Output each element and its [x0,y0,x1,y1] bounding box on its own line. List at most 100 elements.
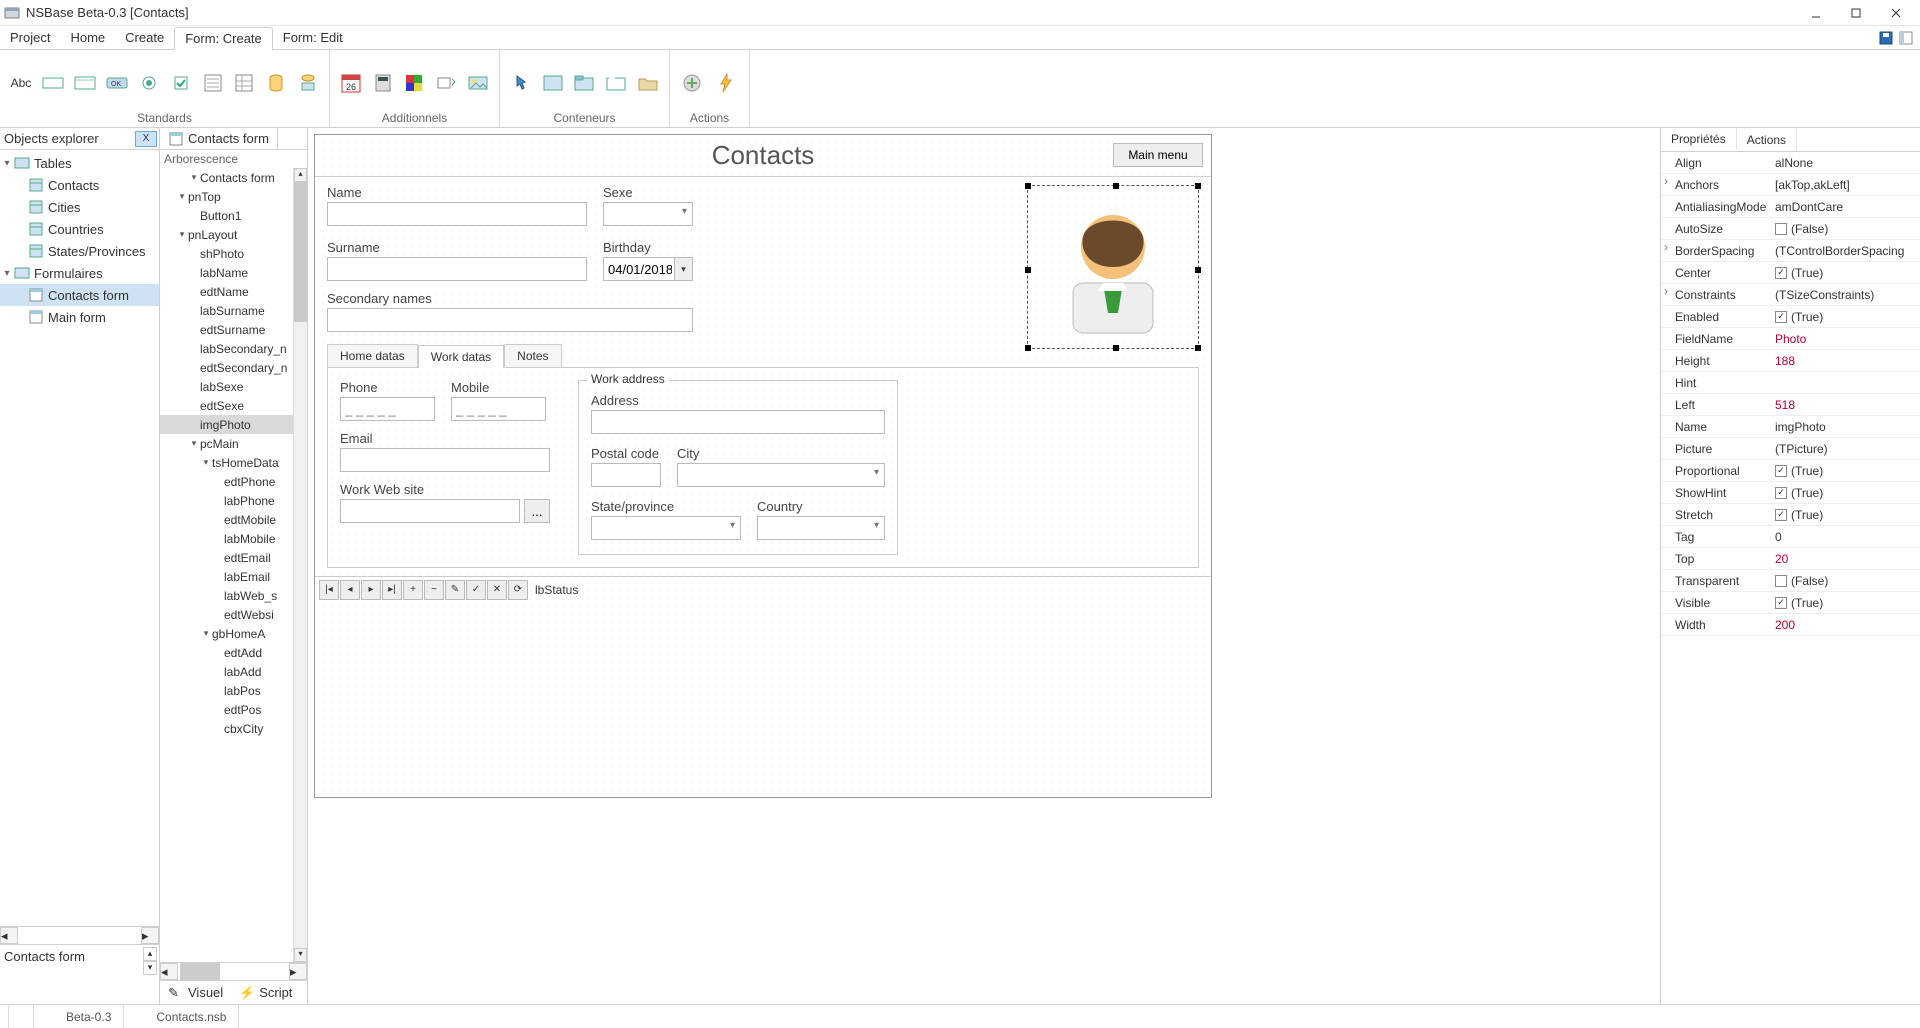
scroll-down-button[interactable]: ▾ [143,961,157,975]
prop-row[interactable]: Tag0 [1661,526,1920,548]
arbo-item[interactable]: cbxCity [160,719,293,738]
arbo-item[interactable]: edtSurname [160,320,293,339]
date-tool[interactable]: 26 [338,69,364,97]
arbo-item[interactable]: edtName [160,282,293,301]
arbo-item[interactable]: ▾tsHomeData [160,453,293,472]
prop-row[interactable]: AntialiasingModeamDontCare [1661,196,1920,218]
image-tool[interactable] [465,69,491,97]
calc-tool[interactable] [370,69,396,97]
input-postal[interactable] [591,463,661,487]
arbo-item[interactable]: imgPhoto [160,415,293,434]
prop-row[interactable]: ›Constraints(TSizeConstraints) [1661,284,1920,306]
arbo-scroll-left[interactable]: ◂ [160,963,178,980]
textbox-tool[interactable] [40,69,66,97]
arbo-item[interactable]: edtEmail [160,548,293,567]
props-tab-proprietes[interactable]: Propriétés [1661,128,1737,151]
maximize-button[interactable] [1836,1,1876,25]
scroll-left-button[interactable]: ◂ [0,927,18,944]
prop-row[interactable]: Picture(TPicture) [1661,438,1920,460]
props-tab-actions[interactable]: Actions [1737,128,1797,151]
select-sexe[interactable] [603,202,693,226]
scroll-up-button[interactable]: ▴ [143,947,157,961]
input-name[interactable] [327,202,587,226]
arbo-scroll-right[interactable]: ▸ [289,963,307,980]
main-menu-button[interactable]: Main menu [1113,143,1203,167]
checkbox-tool[interactable] [168,69,194,97]
arbo-item[interactable]: labEmail [160,567,293,586]
prop-row[interactable]: Center✓(True) [1661,262,1920,284]
db-combo-tool[interactable] [295,69,321,97]
tree-node-contacts-form[interactable]: Contacts form [0,284,159,306]
arbo-item[interactable]: ▾pnTop [160,187,293,206]
arbo-item[interactable]: edtSexe [160,396,293,415]
tree-node-formulaires[interactable]: ▾Formulaires [0,262,159,284]
prop-row[interactable]: AutoSize(False) [1661,218,1920,240]
prop-row[interactable]: ›Anchors[akTop,akLeft] [1661,174,1920,196]
groupbox-tool[interactable] [603,69,629,97]
button-tool[interactable]: OK [104,69,130,97]
birthday-dropdown-button[interactable]: ▾ [674,258,692,280]
arbo-item[interactable]: labPos [160,681,293,700]
explorer-close-button[interactable]: X [135,131,157,147]
prop-row[interactable]: AlignalNone [1661,152,1920,174]
arbo-item[interactable]: labSexe [160,377,293,396]
arbo-item[interactable]: shPhoto [160,244,293,263]
prop-row[interactable]: Transparent(False) [1661,570,1920,592]
arbo-scroll-thumb[interactable] [294,182,307,322]
arbo-item[interactable]: labName [160,263,293,282]
arbo-footer-script[interactable]: ⚡Script [231,981,300,1004]
menu-project[interactable]: Project [0,26,60,49]
arbo-item[interactable]: ▾gbHomeA [160,624,293,643]
save-icon[interactable] [1878,30,1894,46]
arbo-item[interactable]: labAdd [160,662,293,681]
prop-row[interactable]: Left518 [1661,394,1920,416]
list-tool[interactable] [200,69,226,97]
arbo-tab[interactable]: Contacts form [160,128,278,149]
select-country[interactable] [757,516,885,540]
db-tool[interactable] [263,69,289,97]
menu-form-edit[interactable]: Form: Edit [273,26,353,49]
color-tool[interactable] [402,69,428,97]
tree-node-contacts[interactable]: Contacts [0,174,159,196]
tree-node-countries[interactable]: Countries [0,218,159,240]
arbo-item[interactable]: labWeb_s [160,586,293,605]
page-tool[interactable] [572,69,598,97]
spin-tool[interactable] [433,69,459,97]
prop-row[interactable]: Width200 [1661,614,1920,636]
input-email[interactable] [340,448,550,472]
arbo-item[interactable]: ▾pnLayout [160,225,293,244]
prop-row[interactable]: NameimgPhoto [1661,416,1920,438]
arbo-item[interactable]: Button1 [160,206,293,225]
close-button[interactable] [1876,1,1916,25]
prop-row[interactable]: ShowHint✓(True) [1661,482,1920,504]
arbo-item[interactable]: labSecondary_n [160,339,293,358]
tab-work-datas[interactable]: Work datas [418,345,504,368]
input-mobile[interactable] [451,397,546,421]
arbo-item[interactable]: edtPos [160,700,293,719]
prop-row[interactable]: Proportional✓(True) [1661,460,1920,482]
scroll-right-button[interactable]: ▸ [141,927,159,944]
prop-row[interactable]: Visible✓(True) [1661,592,1920,614]
arbo-item[interactable]: edtSecondary_n [160,358,293,377]
arbo-item[interactable]: edtPhone [160,472,293,491]
tree-node-cities[interactable]: Cities [0,196,159,218]
website-browse-button[interactable]: ... [524,499,550,523]
arbo-hscroll-thumb[interactable] [180,963,220,980]
prop-row[interactable]: FieldNamePhoto [1661,328,1920,350]
input-address[interactable] [591,410,885,434]
arbo-footer-visuel[interactable]: ✎Visuel [160,981,231,1004]
label-tool[interactable]: Abc [8,69,34,97]
arbo-item[interactable]: labMobile [160,529,293,548]
menu-form-create[interactable]: Form: Create [174,27,273,50]
pointer-tool[interactable] [508,69,534,97]
arbo-item[interactable]: edtAdd [160,643,293,662]
prop-row[interactable]: ›BorderSpacing(TControlBorderSpacing [1661,240,1920,262]
panel-tool[interactable] [540,69,566,97]
prop-row[interactable]: Hint [1661,372,1920,394]
tab-home-datas[interactable]: Home datas [327,344,418,367]
arbo-item[interactable]: labPhone [160,491,293,510]
menu-create[interactable]: Create [115,26,174,49]
input-phone[interactable] [340,397,435,421]
tab-notes[interactable]: Notes [504,344,561,367]
memo-tool[interactable] [72,69,98,97]
